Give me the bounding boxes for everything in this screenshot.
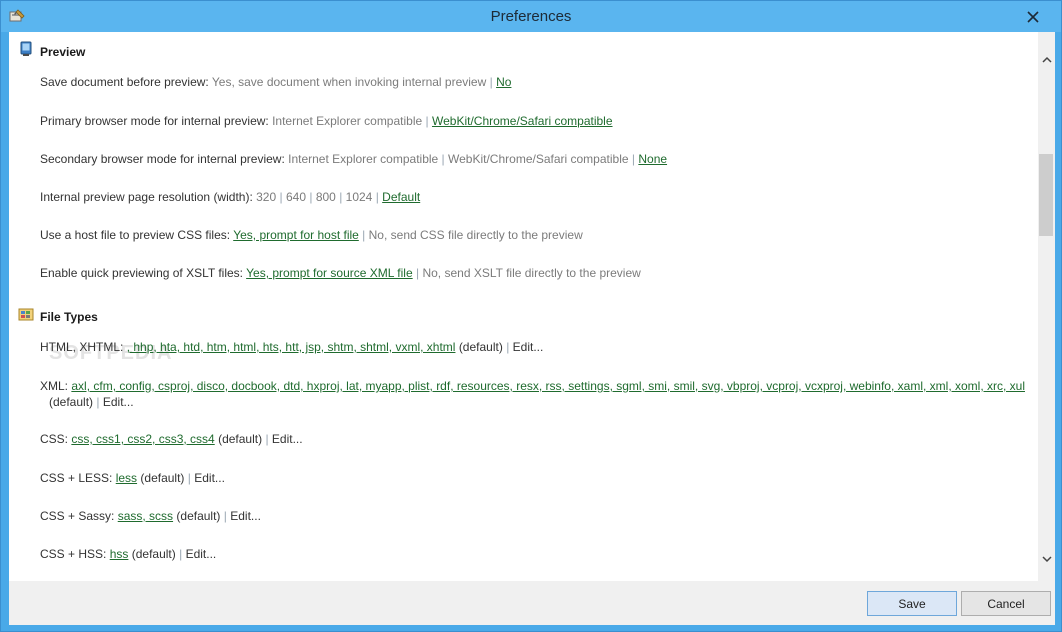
section-title-preview: Preview [40, 45, 86, 59]
dialog-footer: Save Cancel [9, 581, 1055, 625]
filetype-label: CSS + LESS: [40, 471, 113, 485]
option-800[interactable]: 800 [316, 190, 336, 204]
edit-link[interactable]: Edit... [230, 509, 261, 523]
separator: | [187, 471, 191, 485]
file-types-icon [18, 306, 34, 322]
section-title-file-types: File Types [40, 310, 98, 324]
save-button[interactable]: Save [867, 591, 957, 616]
separator: | [309, 190, 313, 204]
default-tag: (default) [218, 432, 263, 446]
separator: | [441, 152, 445, 166]
option-webkit-compatible[interactable]: WebKit/Chrome/Safari compatible [432, 114, 613, 128]
option-640[interactable]: 640 [286, 190, 306, 204]
chevron-down-icon[interactable] [1038, 550, 1055, 568]
option-no-send-xslt[interactable]: No, send XSLT file directly to the previ… [422, 266, 640, 280]
filetype-extensions[interactable]: css, css1, css2, css3, css4 [71, 432, 214, 446]
option-no[interactable]: No [496, 75, 511, 89]
separator: | [265, 432, 269, 446]
separator: | [425, 114, 429, 128]
option-yes-prompt-xml[interactable]: Yes, prompt for source XML file [246, 266, 413, 280]
window-title: Preferences [490, 8, 572, 25]
setting-save-before-preview: Save document before preview: Yes, save … [40, 74, 511, 90]
title-bar[interactable]: Preferences [1, 1, 1061, 32]
option-none[interactable]: None [638, 152, 667, 166]
filetype-extensions[interactable]: less [116, 471, 137, 485]
setting-secondary-browser-mode: Secondary browser mode for internal prev… [40, 151, 667, 167]
option-1024[interactable]: 1024 [346, 190, 373, 204]
edit-link[interactable]: Edit... [513, 340, 544, 354]
separator: | [96, 395, 100, 409]
option-no-send-css[interactable]: No, send CSS file directly to the previe… [369, 228, 583, 242]
option-default[interactable]: Default [382, 190, 420, 204]
filetype-extensions[interactable]: hss [110, 547, 129, 561]
filetype-sassy: CSS + Sassy: sass, scss (default) | Edit… [40, 508, 261, 524]
filetype-label: HTML, XHTML: [40, 340, 124, 354]
option-yes-save[interactable]: Yes, save document when invoking interna… [212, 75, 486, 89]
edit-link[interactable]: Edit... [194, 471, 225, 485]
default-tag: (default) [131, 547, 176, 561]
vertical-scrollbar[interactable] [1038, 32, 1055, 581]
setting-label: Enable quick previewing of XSLT files: [40, 266, 243, 280]
setting-preview-resolution: Internal preview page resolution (width)… [40, 189, 420, 205]
filetype-label: CSS + Sassy: [40, 509, 115, 523]
separator: | [339, 190, 343, 204]
filetype-extensions[interactable]: sass, scss [118, 509, 173, 523]
setting-primary-browser-mode: Primary browser mode for internal previe… [40, 113, 613, 129]
option-ie-compatible[interactable]: Internet Explorer compatible [288, 152, 438, 166]
default-tag: (default) [458, 340, 503, 354]
default-tag: (default) [140, 471, 185, 485]
filetype-css: CSS: css, css1, css2, css3, css4 (defaul… [40, 431, 303, 447]
filetype-extensions[interactable]: , hhp, hta, htd, htm, html, hts, htt, js… [127, 340, 456, 354]
separator: | [489, 75, 493, 89]
setting-label: Use a host file to preview CSS files: [40, 228, 231, 242]
setting-host-file: Use a host file to preview CSS files: Ye… [40, 227, 583, 243]
filetype-less: CSS + LESS: less (default) | Edit... [40, 470, 225, 486]
filetype-xml: XML: axl, cfm, config, csproj, disco, do… [40, 378, 1030, 410]
default-tag: (default) [49, 395, 94, 409]
preferences-window: Preferences Preview Save document before… [0, 0, 1062, 632]
preferences-content: Preview Save document before preview: Ye… [9, 32, 1037, 581]
monitor-icon [19, 41, 35, 57]
cancel-button[interactable]: Cancel [961, 591, 1051, 616]
option-320[interactable]: 320 [256, 190, 276, 204]
separator: | [375, 190, 379, 204]
filetype-label: CSS + HSS: [40, 547, 107, 561]
setting-xslt-preview: Enable quick previewing of XSLT files: Y… [40, 265, 641, 281]
separator: | [416, 266, 420, 280]
separator: | [631, 152, 636, 166]
option-yes-prompt-host[interactable]: Yes, prompt for host file [233, 228, 359, 242]
filetype-hss: CSS + HSS: hss (default) | Edit... [40, 546, 216, 562]
option-webkit-compatible[interactable]: WebKit/Chrome/Safari compatible [448, 152, 629, 166]
filetype-label: CSS: [40, 432, 69, 446]
setting-label: Primary browser mode for internal previe… [40, 114, 269, 128]
edit-link[interactable]: Edit... [186, 547, 217, 561]
filetype-label: XML: [40, 379, 69, 393]
option-ie-compatible[interactable]: Internet Explorer compatible [272, 114, 422, 128]
separator: | [223, 509, 227, 523]
setting-label: Internal preview page resolution (width)… [40, 190, 253, 204]
edit-link[interactable]: Edit... [103, 395, 134, 409]
preferences-panel: Preview Save document before preview: Ye… [9, 32, 1055, 581]
setting-label: Save document before preview: [40, 75, 209, 89]
separator: | [179, 547, 183, 561]
default-tag: (default) [176, 509, 221, 523]
filetype-extensions[interactable]: axl, cfm, config, csproj, disco, docbook… [71, 379, 1025, 393]
separator: | [506, 340, 510, 354]
close-icon[interactable] [1023, 7, 1043, 27]
chevron-up-icon[interactable] [1038, 50, 1055, 68]
separator: | [362, 228, 366, 242]
setting-label: Secondary browser mode for internal prev… [40, 152, 285, 166]
scrollbar-thumb[interactable] [1039, 154, 1053, 236]
edit-link[interactable]: Edit... [272, 432, 303, 446]
separator: | [279, 190, 283, 204]
filetype-html: HTML, XHTML: , hhp, hta, htd, htm, html,… [40, 339, 543, 355]
